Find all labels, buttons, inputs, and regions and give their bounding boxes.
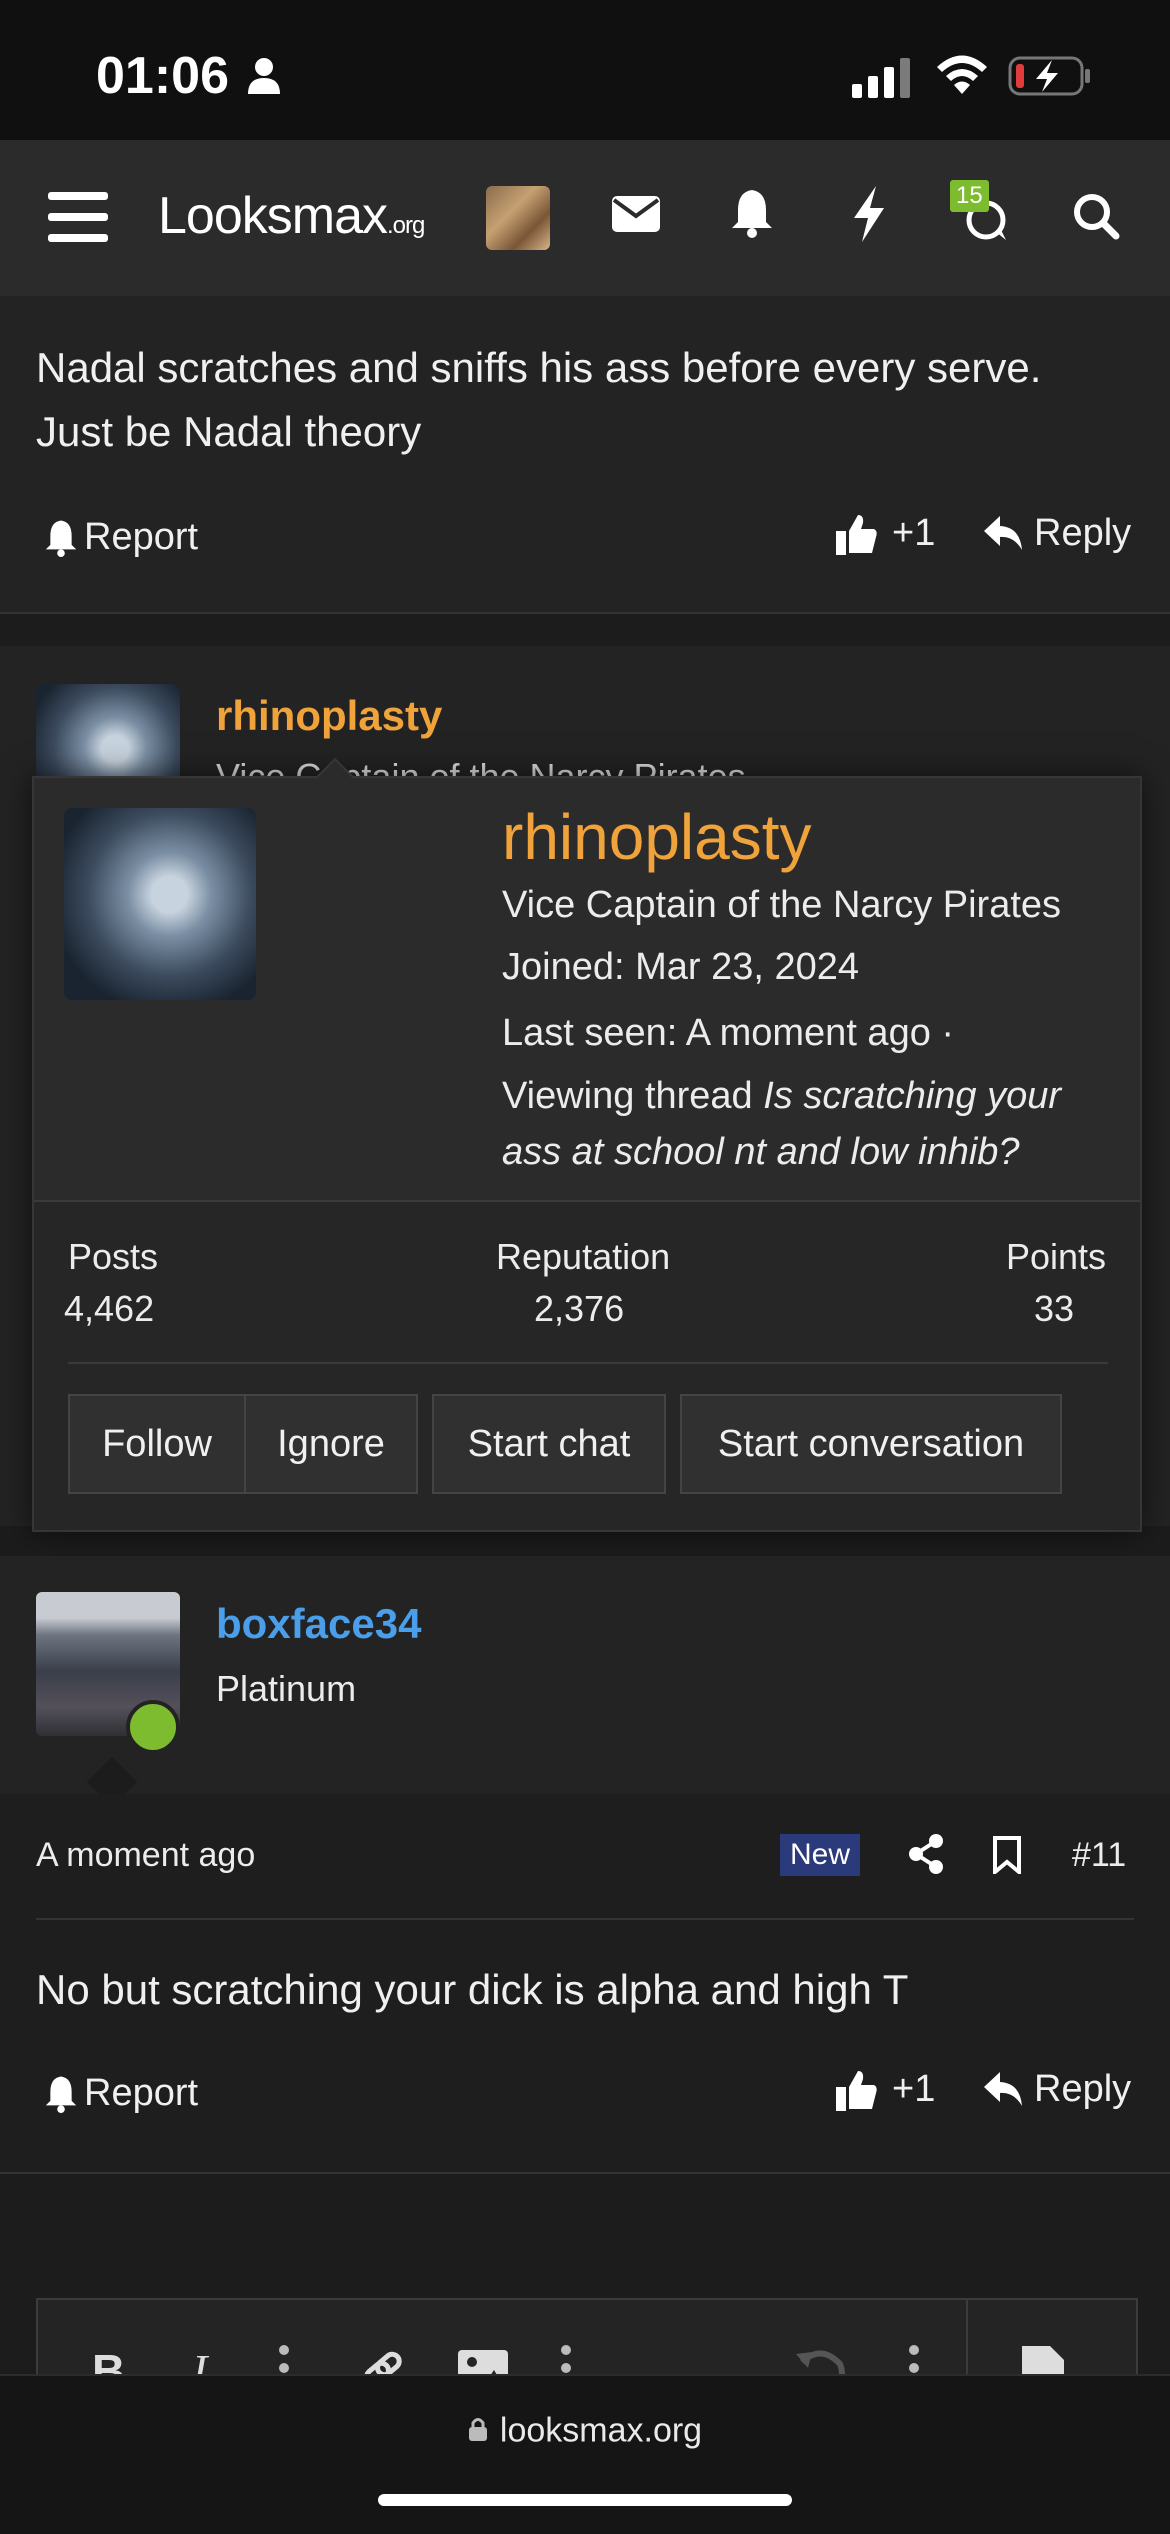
post-text-line: Nadal scratches and sniffs his ass befor… [36, 344, 1042, 391]
cellular-signal-icon [852, 58, 912, 98]
member-card-header: rhinoplasty Vice Captain of the Narcy Pi… [34, 778, 1140, 1202]
bell-icon [45, 2076, 77, 2113]
new-badge: New [780, 1834, 861, 1876]
post-username[interactable]: rhinoplasty [216, 692, 442, 740]
site-nav-bar: Looksmax.org 15 [0, 140, 1170, 296]
bell-icon [45, 520, 77, 557]
report-button[interactable]: Report [44, 2072, 198, 2115]
post-divider [0, 2172, 1170, 2174]
follow-button[interactable]: Follow [68, 1394, 246, 1494]
report-label: Report [84, 2072, 199, 2114]
stat-value[interactable]: 33 [1034, 1288, 1074, 1330]
ignore-button[interactable]: Ignore [244, 1394, 418, 1494]
member-username[interactable]: rhinoplasty [502, 800, 812, 874]
stat-value[interactable]: 2,376 [534, 1288, 624, 1330]
report-button[interactable]: Report [44, 516, 198, 559]
reply-button[interactable]: Reply [984, 512, 1131, 555]
site-logo[interactable]: Looksmax.org [158, 186, 425, 246]
search-icon[interactable] [1072, 192, 1120, 240]
like-count: +1 [892, 2068, 936, 2110]
hamburger-menu-icon[interactable] [48, 190, 108, 244]
thumbs-up-icon [836, 2070, 877, 2111]
thumbs-up-icon [836, 514, 877, 555]
member-joined: Joined: Mar 23, 2024 [502, 946, 860, 988]
conversations-badge: 15 [950, 180, 989, 212]
stat-label: Posts [68, 1236, 159, 1277]
reply-arrow-icon [984, 2071, 1022, 2106]
envelope-icon[interactable] [612, 194, 660, 234]
post-divider [36, 1918, 1134, 1920]
logo-suffix: .org [387, 212, 425, 239]
share-icon[interactable] [908, 1834, 944, 1874]
lightning-icon[interactable] [852, 186, 886, 242]
online-status-indicator [126, 1700, 180, 1754]
battery-charging-icon [1008, 54, 1092, 98]
reply-label: Reply [1034, 2068, 1132, 2110]
viewing-prefix: Viewing thread [502, 1075, 764, 1117]
stat-label: Reputation [496, 1236, 671, 1277]
post-username[interactable]: boxface34 [216, 1600, 421, 1648]
member-avatar[interactable] [64, 808, 256, 1000]
start-chat-button[interactable]: Start chat [432, 1394, 666, 1494]
person-icon [246, 56, 282, 96]
post-user-title: Platinum [216, 1668, 357, 1709]
member-last-seen: Last seen: A moment ago · [502, 1012, 955, 1054]
like-count: +1 [892, 512, 936, 554]
viewing-thread-title[interactable]: Is scratching your [763, 1075, 1061, 1117]
post-number[interactable]: #11 [1072, 1836, 1126, 1875]
logo-main: Looksmax [158, 187, 388, 245]
stat-value[interactable]: 4,462 [64, 1288, 154, 1330]
member-tooltip-card: rhinoplasty Vice Captain of the Narcy Pi… [32, 757, 1142, 1532]
start-conversation-button[interactable]: Start conversation [680, 1394, 1062, 1494]
lock-icon [468, 2412, 488, 2451]
status-time: 01:06 [96, 47, 229, 105]
post-text-line: Just be Nadal theory [36, 408, 422, 455]
address-url: looksmax.org [499, 2411, 703, 2450]
member-title: Vice Captain of the Narcy Pirates [502, 884, 1062, 926]
account-avatar[interactable] [486, 186, 550, 250]
bookmark-icon[interactable] [992, 1836, 1022, 1874]
browser-bottom-bar [0, 2374, 1170, 2534]
post-text-line: No but scratching your dick is alpha and… [36, 1966, 909, 2013]
stats-divider [68, 1362, 1108, 1364]
reply-arrow-icon [984, 515, 1022, 550]
post-divider [0, 612, 1170, 614]
stat-label: Points [1006, 1236, 1107, 1277]
viewing-thread-title[interactable]: ass at school nt and low inhib? [502, 1131, 1020, 1173]
like-button[interactable]: +1 [836, 512, 935, 555]
member-viewing-activity: Viewing thread Is scratching your ass at… [502, 1068, 1122, 1180]
report-label: Report [84, 516, 199, 558]
wifi-icon [934, 52, 990, 96]
like-button[interactable]: +1 [836, 2068, 935, 2111]
reply-button[interactable]: Reply [984, 2068, 1131, 2111]
reply-label: Reply [1034, 512, 1132, 554]
bell-icon[interactable] [730, 188, 774, 238]
home-indicator[interactable] [378, 2494, 792, 2506]
post-timestamp[interactable]: A moment ago [36, 1836, 255, 1875]
address-bar[interactable]: looksmax.org [0, 2410, 1170, 2451]
